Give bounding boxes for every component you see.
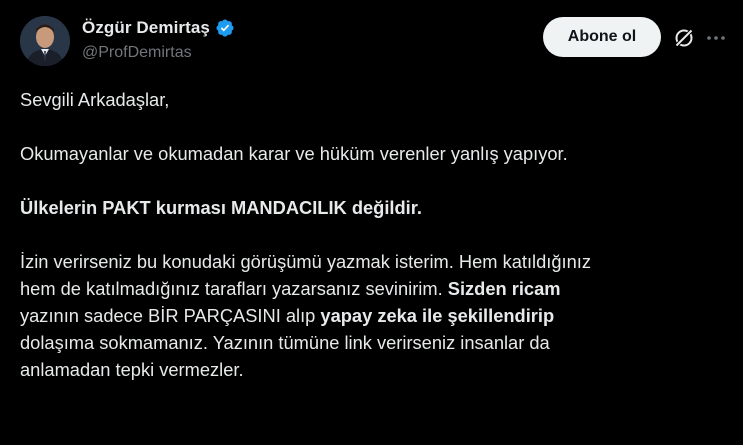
post-card: Özgür Demirtaş @ProfDemirtas Abone ol Se…	[0, 0, 743, 445]
display-name[interactable]: Özgür Demirtaş	[82, 18, 210, 38]
grok-icon[interactable]	[672, 26, 696, 50]
p3-line-1: İzin verirseniz bu konudaki görüşümü yaz…	[20, 251, 592, 272]
more-options-icon[interactable]	[705, 27, 727, 49]
name-row: Özgür Demirtaş	[82, 17, 235, 39]
p3-line-3a: yazının sadece BİR PARÇASINI alıp	[20, 305, 321, 326]
p3-line-3b-bold: yapay zeka ile şekillendirip	[320, 305, 555, 326]
p3-line-5: anlamadan tepki vermezler.	[20, 359, 244, 380]
post-bold-statement: Ülkelerin PAKT kurması MANDACILIK değild…	[20, 197, 422, 218]
user-handle[interactable]: @ProfDemirtas	[82, 44, 235, 62]
post-paragraph-1: Okumayanlar ve okumadan karar ve hüküm v…	[20, 143, 568, 164]
p3-line-2b-bold: Sizden ricam	[447, 278, 561, 299]
follow-button[interactable]: Abone ol	[543, 17, 661, 57]
post-greeting: Sevgili Arkadaşlar,	[20, 89, 170, 110]
p3-line-2a: hem de katılmadığınız tarafları yazarsan…	[20, 278, 448, 299]
post-text: Sevgili Arkadaşlar, Okumayanlar ve okuma…	[20, 86, 720, 383]
p3-line-4: dolaşıma sokmamanız. Yazının tümüne link…	[20, 332, 550, 353]
avatar[interactable]	[20, 16, 70, 66]
verified-badge-icon[interactable]	[215, 18, 235, 38]
author-info: Özgür Demirtaş @ProfDemirtas	[82, 17, 235, 62]
post-paragraph-3: İzin verirseniz bu konudaki görüşümü yaz…	[20, 248, 720, 383]
post-paragraph-2: Ülkelerin PAKT kurması MANDACILIK değild…	[20, 194, 720, 221]
